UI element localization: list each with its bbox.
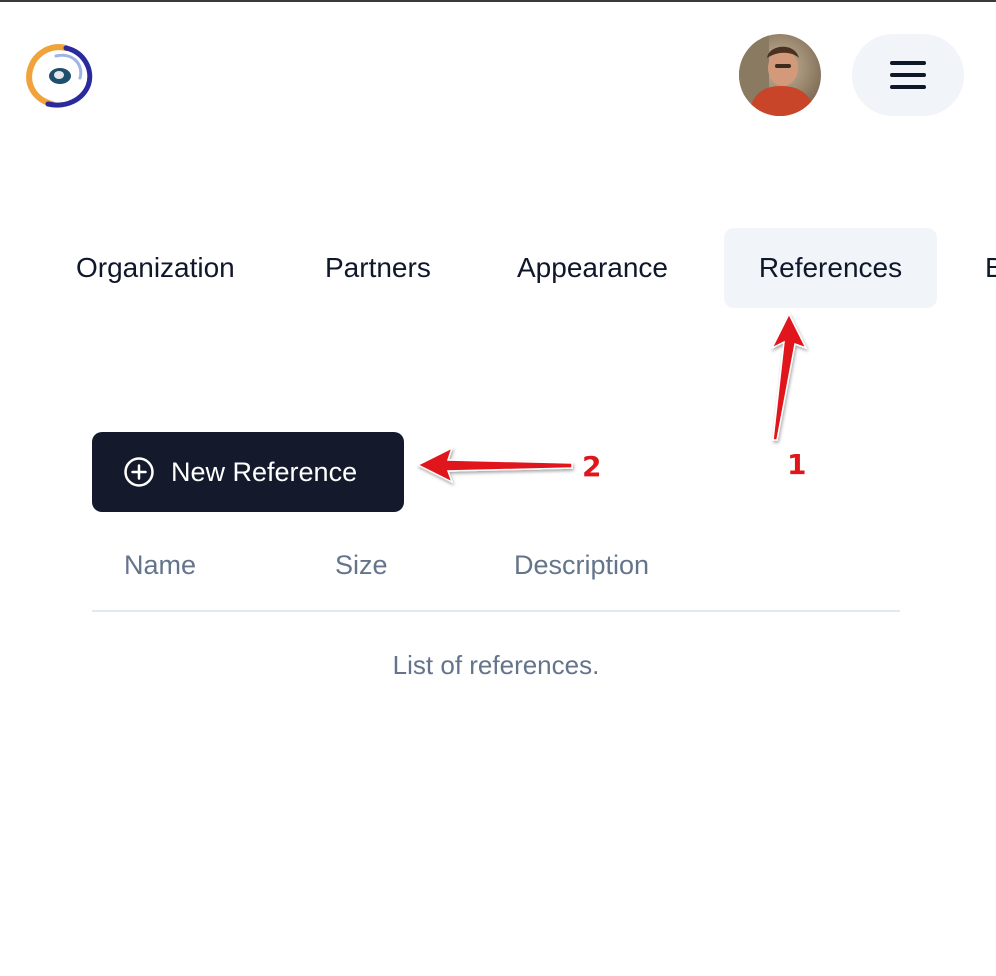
tab-organization[interactable]: Organization [76, 228, 235, 308]
app-logo-icon[interactable] [26, 42, 94, 108]
user-avatar[interactable] [739, 34, 821, 116]
references-table-header: Name Size Description [92, 532, 900, 612]
hamburger-menu-icon [890, 61, 926, 89]
column-header-size[interactable]: Size [335, 532, 388, 598]
annotation-step-1: 1 [787, 448, 806, 481]
column-header-description[interactable]: Description [514, 532, 649, 598]
tab-partners[interactable]: Partners [325, 228, 431, 308]
hamburger-menu-button[interactable] [852, 34, 964, 116]
tab-references[interactable]: References [724, 228, 937, 308]
annotation-arrow-left [416, 446, 573, 484]
annotation-step-2: 2 [582, 450, 601, 483]
new-reference-label: New Reference [171, 456, 358, 487]
table-caption: List of references. [392, 650, 600, 680]
tab-appearance[interactable]: Appearance [517, 228, 668, 308]
column-header-name[interactable]: Name [124, 532, 196, 598]
plus-circle-icon [124, 457, 154, 487]
tab-overflow[interactable]: B [985, 228, 996, 308]
new-reference-button[interactable]: New Reference [92, 432, 404, 512]
page: Organization Partners Appearance Referen… [0, 0, 996, 976]
settings-tabs: Organization Partners Appearance Referen… [0, 228, 996, 308]
annotation-arrow-up [770, 312, 808, 441]
